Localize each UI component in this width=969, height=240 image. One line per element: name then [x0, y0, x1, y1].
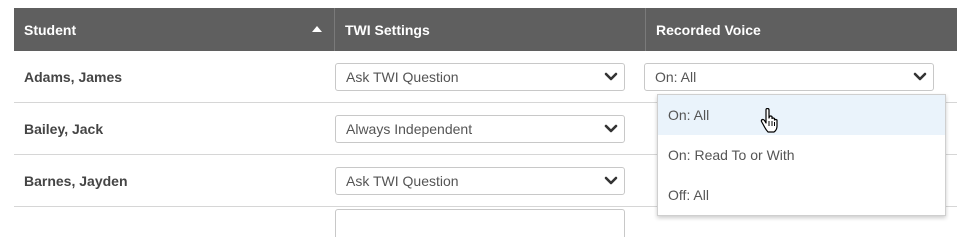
dropdown-option-off-all[interactable]: Off: All [658, 175, 945, 215]
chevron-down-icon [604, 72, 618, 80]
hand-pointer-icon [760, 108, 778, 133]
twi-cell: Ask TWI Question [335, 155, 646, 206]
header-student-label: Student [24, 21, 77, 38]
student-name: Adams, James [24, 68, 123, 85]
student-name [14, 207, 335, 227]
twi-settings-select[interactable]: Ask TWI Question [335, 166, 625, 195]
twi-settings-select[interactable] [335, 209, 625, 237]
student-name: Bailey, Jack [24, 120, 104, 137]
voice-select-value: On: All [655, 68, 697, 85]
twi-cell: Always Independent [335, 103, 646, 154]
twi-select-value: Ask TWI Question [346, 172, 459, 189]
twi-cell: Ask TWI Question [335, 51, 646, 102]
header-twi-settings[interactable]: TWI Settings [335, 8, 646, 51]
student-name: Barnes, Jayden [24, 172, 128, 189]
header-student[interactable]: Student [14, 8, 335, 51]
chevron-down-icon [604, 124, 618, 132]
sort-ascending-icon[interactable] [312, 26, 322, 32]
header-recorded-voice[interactable]: Recorded Voice [646, 8, 957, 51]
dropdown-option-on-all[interactable]: On: All [658, 95, 945, 135]
header-voice-label: Recorded Voice [656, 21, 761, 38]
recorded-voice-dropdown: On: All On: Read To or With Off: All [657, 94, 946, 216]
dropdown-option-on-read-to-or-with[interactable]: On: Read To or With [658, 135, 945, 175]
table-header: Student TWI Settings Recorded Voice [14, 8, 957, 51]
twi-select-value: Always Independent [346, 120, 473, 137]
recorded-voice-select[interactable]: On: All [644, 62, 934, 91]
twi-select-value: Ask TWI Question [346, 68, 459, 85]
header-twi-label: TWI Settings [345, 21, 430, 38]
chevron-down-icon [913, 72, 927, 80]
twi-cell [335, 207, 646, 237]
chevron-down-icon [604, 176, 618, 184]
twi-settings-select[interactable]: Always Independent [335, 114, 625, 143]
twi-settings-select[interactable]: Ask TWI Question [335, 62, 625, 91]
